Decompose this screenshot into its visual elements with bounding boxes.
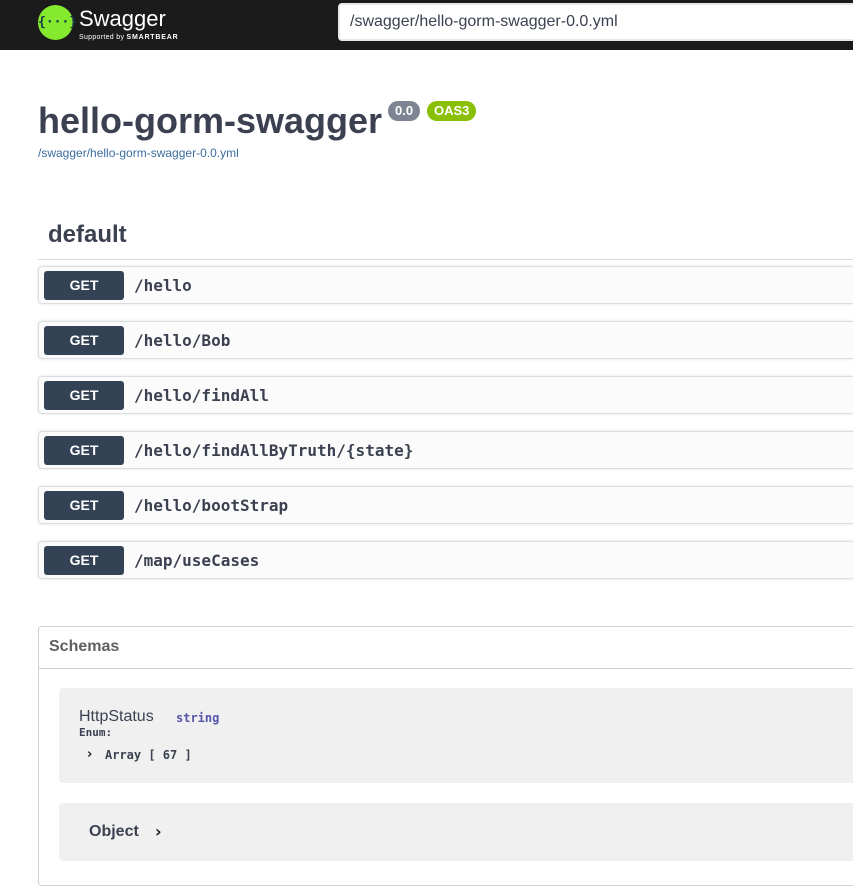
model-name[interactable]: HttpStatus — [79, 708, 154, 726]
method-badge: GET — [44, 271, 124, 300]
operation-get-hello-findall[interactable]: GET /hello/findAll — [38, 376, 853, 414]
model-httpstatus: HttpStatus string Enum: › Array [ 67 ] — [59, 688, 853, 783]
schemas-header[interactable]: Schemas — [39, 627, 853, 669]
operation-path: /hello/bootStrap — [134, 496, 289, 515]
api-title: hello-gorm-swagger — [38, 100, 383, 141]
model-object[interactable]: Object › — [59, 803, 853, 861]
logo-subtitle: Supported by SMARTBEAR — [79, 34, 178, 41]
version-badge: 0.0 — [388, 101, 421, 121]
operation-path: /hello/findAllByTruth/{state} — [134, 441, 414, 460]
chevron-right-icon[interactable]: › — [87, 747, 92, 762]
swagger-logo-icon[interactable]: {···} — [38, 5, 77, 40]
enum-array-toggle[interactable]: Array [ 67 ] — [105, 748, 192, 762]
logo-subtitle-prefix: Supported by — [79, 34, 125, 41]
spec-link[interactable]: /swagger/hello-gorm-swagger-0.0.yml — [38, 146, 239, 160]
operation-get-map-usecases[interactable]: GET /map/useCases — [38, 541, 853, 579]
model-name[interactable]: Object — [89, 823, 139, 841]
topbar: {···} Swagger Supported by SMARTBEAR — [0, 0, 853, 50]
operation-get-hello-findallbytruth[interactable]: GET /hello/findAllByTruth/{state} — [38, 431, 853, 469]
oas-badge: OAS3 — [427, 101, 477, 121]
method-badge: GET — [44, 436, 124, 465]
method-badge: GET — [44, 326, 124, 355]
operation-get-hello[interactable]: GET /hello — [38, 266, 853, 304]
operation-path: /hello/Bob — [134, 331, 231, 350]
operation-get-hello-bob[interactable]: GET /hello/Bob — [38, 321, 853, 359]
method-badge: GET — [44, 491, 124, 520]
logo-subtitle-brand: SMARTBEAR — [126, 34, 179, 41]
model-type: string — [176, 711, 220, 725]
spec-url-input[interactable] — [338, 3, 853, 41]
method-badge: GET — [44, 546, 124, 575]
operation-get-hello-bootstrap[interactable]: GET /hello/bootStrap — [38, 486, 853, 524]
enum-label: Enum: — [79, 726, 113, 739]
logo-text[interactable]: Swagger — [79, 6, 166, 32]
schemas-title: Schemas — [49, 638, 120, 655]
tag-divider — [38, 259, 853, 260]
operation-path: /hello — [134, 276, 192, 295]
method-badge: GET — [44, 381, 124, 410]
chevron-right-icon[interactable]: › — [155, 822, 162, 841]
operation-path: /hello/findAll — [134, 386, 269, 405]
schemas-section: Schemas HttpStatus string Enum: › Array … — [38, 626, 853, 886]
tag-title-default[interactable]: default — [48, 221, 127, 249]
operation-path: /map/useCases — [134, 551, 260, 570]
